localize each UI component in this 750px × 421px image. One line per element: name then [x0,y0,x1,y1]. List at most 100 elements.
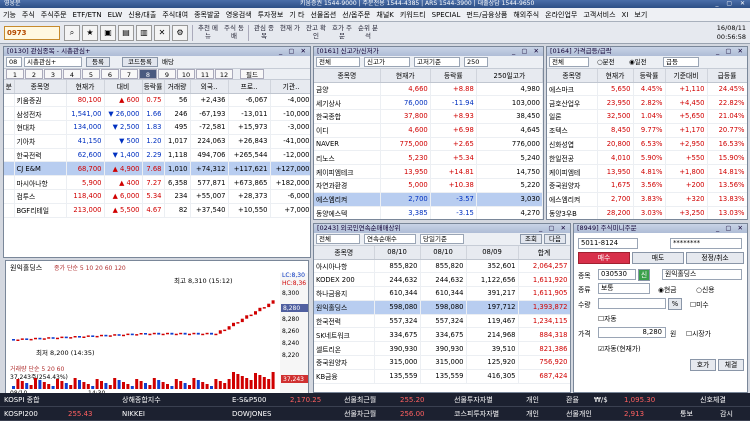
tab-1[interactable]: 1 [6,69,24,79]
screen-code-input[interactable]: 0973 [4,26,60,40]
ticker-label[interactable]: 선물개인 [566,408,592,420]
ranking-analysis-button[interactable]: 순위 분석 [356,24,380,42]
table-row[interactable]: 키움증권 80,100 ▲ 600 0.75 56 +2,436 -6,067 -4,000 [4,93,310,108]
table-row[interactable]: 기아차 41,150 ▼ 500 1.20 1,017 224,063 +26,843 -41… [4,134,310,149]
menu-item[interactable]: SPECIAL [432,11,461,19]
favorite-icon[interactable]: ★ [82,25,98,41]
tab-11[interactable]: 11 [196,69,214,79]
column-header[interactable]: 현재가 [597,69,634,83]
menu-item[interactable]: 선/옵주문 [342,10,370,20]
table-row[interactable]: 리노스 5,230 +5.34 5,240 [314,150,543,166]
column-header[interactable]: 등락률 [142,80,165,94]
table-row[interactable]: 한국전력 62,600 ▼ 1,400 2.29 1,118 494,706 +265,54… [4,148,310,163]
window-controls[interactable]: _ ▢ ✕ [279,47,308,56]
ticker-label[interactable]: 감시 [720,408,733,420]
ticker-label[interactable]: DOWJONES [232,408,272,420]
tab-12[interactable]: 12 [215,69,233,79]
group-name-select[interactable]: 시총관심+ [24,57,82,67]
group-code-select[interactable]: 08 [6,57,22,67]
field-button[interactable]: 필드 [240,69,264,79]
column-header[interactable]: 종목명 [314,69,381,83]
table-row[interactable]: 케이피엠테크 13,950 +14.81 14,750 [314,164,543,180]
menu-item[interactable]: 주식 [22,10,35,20]
column-header[interactable]: 종목명 [547,69,598,83]
stock-group-button[interactable]: 주식 동배 [222,24,246,42]
lock-icon[interactable]: ▣ [100,25,116,41]
tab-modify[interactable]: 정정/취소 [686,252,744,264]
chart-canvas[interactable]: 원익홀딩스 종가 단순 5 10 20 60 120 최고 8,310 (15:… [6,261,308,399]
register-button[interactable]: 등록 [86,57,110,67]
menu-item[interactable]: ELW [108,11,123,19]
window-controls[interactable]: _ ▢ ✕ [716,47,745,56]
column-header[interactable]: 기관.. [270,80,310,94]
column-header[interactable]: 기준대비 [665,69,708,83]
price-input[interactable]: 8,280 [598,327,666,338]
next-button[interactable]: 다음 [544,234,566,244]
menu-item[interactable]: 펀드/금융상품 [466,10,507,20]
menu-item[interactable]: 주식주문 [41,10,67,20]
dividend-checkbox[interactable]: 배당 [162,56,174,68]
table-row[interactable]: 세기상사 76,000 -11.94 103,000 [314,95,543,111]
table-row[interactable]: 동양3우B 28,200 3.03% +3,250 13.03% [547,206,747,219]
watchlist-button[interactable]: 관심 종목 [252,24,276,42]
table-row[interactable]: 일론 32,500 1.04% +5,650 21.04% [547,109,747,124]
price-base-select[interactable]: 고저기준 [414,57,460,67]
menu-item[interactable]: ETF/ETN [73,11,102,19]
table-row[interactable]: 자연과환경 5,000 +10.38 5,220 [314,178,543,193]
search-icon[interactable]: ⌕ [64,25,80,41]
table-row[interactable]: 이디 4,600 +6.98 4,645 [314,123,543,138]
tile-icon[interactable]: ▤ [118,25,134,41]
tab-8[interactable]: 8 [139,69,157,79]
column-header[interactable]: 현재가 [66,80,105,94]
tab-4[interactable]: 4 [63,69,81,79]
minute-radio[interactable]: ○분전 [597,56,615,68]
menu-item[interactable]: 영웅검색 [226,10,252,20]
table-row[interactable]: 한국종합 37,800 +8.93 38,450 [314,109,543,124]
table-row[interactable]: 케이피엠테 13,950 4.81% +1,800 14.81% [547,164,747,180]
table-row[interactable]: 원익홀딩스 598,080 598,080 197,712 1,393,872 [314,300,570,315]
tab-10[interactable]: 10 [177,69,195,79]
search-button[interactable]: 조회 [520,234,542,244]
menu-item[interactable]: 보기 [634,10,647,20]
column-header[interactable]: 종목명 [14,80,67,94]
auto-qty-checkbox[interactable]: ☐자동 [598,313,617,325]
ticker-label[interactable]: NIKKEI [122,408,145,420]
base-select[interactable]: 당일기준 [420,234,464,244]
table-row[interactable]: 마시아나항 5,900 ▲ 400 7.27 6,358 577,871 +673,865 +… [4,175,310,191]
column-header[interactable]: 현재가 [380,69,431,83]
pct-button[interactable]: % [668,298,682,310]
menu-item[interactable]: 선물옵션 [310,10,336,20]
market-select[interactable]: 전체 [316,57,360,67]
cash-radio[interactable]: ◉현금 [658,284,676,296]
menu-item[interactable]: 해외주식 [513,10,539,20]
ticker-label[interactable]: E-S&P500 [232,394,266,406]
type-select[interactable]: 연속순매수 [364,234,416,244]
column-header[interactable]: 등락률 [633,69,666,83]
column-header[interactable]: 등락률 [430,69,477,83]
table-row[interactable]: 신화성엽 20,800 6.53% +2,950 16.53% [547,137,747,152]
menu-item[interactable]: 채널K [376,10,393,20]
settings-icon[interactable]: ⚙ [172,25,188,41]
quantity-input[interactable] [598,298,666,309]
tab-3[interactable]: 3 [44,69,62,79]
table-row[interactable]: 중국원양자 315,000 315,000 125,920 756,920 [314,355,570,370]
table-row[interactable]: BGF리테일 213,000 ▲ 5,500 4.67 82 +37,540 +10,550… [4,203,310,218]
quote-button[interactable]: 호가 [690,359,716,371]
ticker-label[interactable]: KOSPI 종합 [4,394,40,406]
tab-9[interactable]: 9 [158,69,176,79]
table-row[interactable]: 에스엠리켜 2,700 -3.57 3,030 [314,192,543,207]
menu-item[interactable]: 기능 [3,10,16,20]
days-select[interactable]: 250 [464,57,488,67]
window-controls[interactable]: _ ▢ ✕ [512,47,541,56]
menu-item[interactable]: 종목발굴 [194,10,220,20]
code-register-button[interactable]: 코드등록 [122,57,158,67]
column-header[interactable]: 08/10 [420,246,467,260]
table-row[interactable]: CJ E&M 68,700 ▲ 4,900 7.68 1,010 +74,312 +117,… [4,161,310,177]
quote-order-button[interactable]: 호가 주문 [330,24,354,42]
column-header[interactable]: 프로.. [228,80,271,94]
market-select[interactable]: 전체 [549,57,589,67]
type-select[interactable]: 신고가 [364,57,410,67]
ticker-label[interactable]: 상해종합지수 [122,394,161,406]
table-row[interactable]: 에스마크 5,650 4.45% +1,110 24.45% [547,82,747,97]
table-row[interactable]: 삼성전자 1,541,00 ▼ 26,000 1.66 246 -67,193 -13,01… [4,106,310,122]
